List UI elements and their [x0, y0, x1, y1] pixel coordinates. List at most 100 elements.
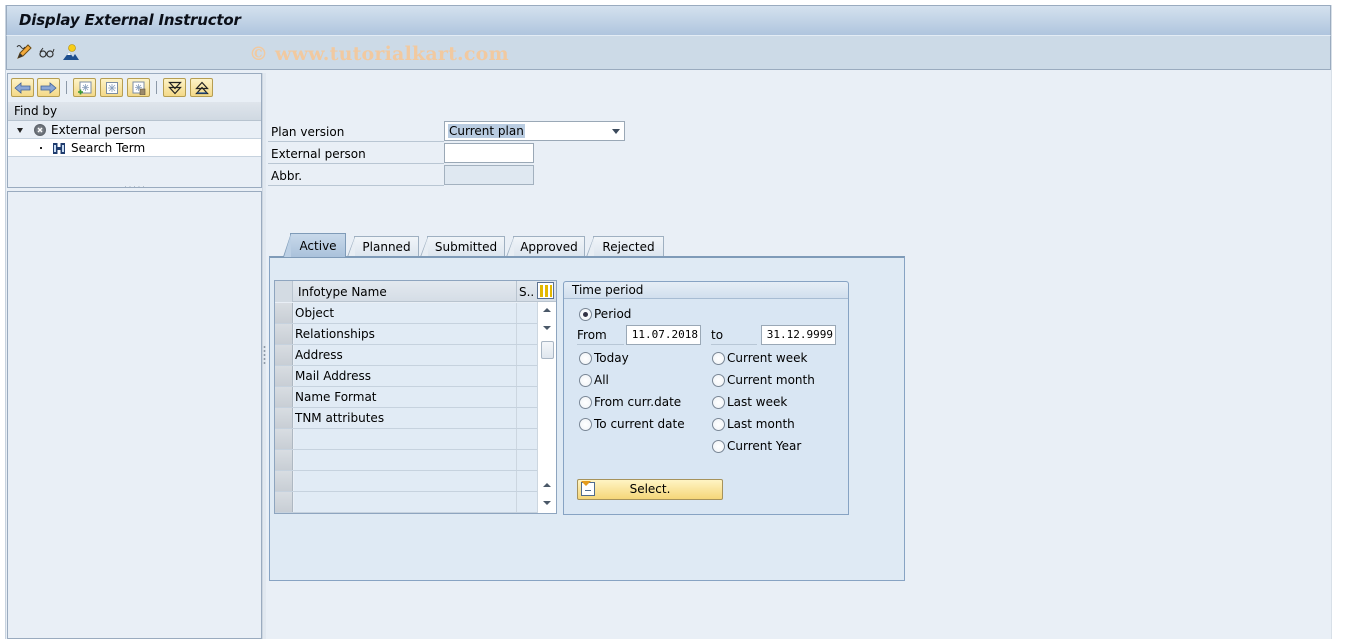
radio-indicator [579, 374, 592, 387]
row-selector[interactable] [275, 303, 293, 323]
tree-node-search-term[interactable]: Search Term [8, 139, 261, 157]
infotype-name-cell[interactable]: Relationships [294, 324, 517, 344]
row-selector[interactable] [275, 366, 293, 386]
row-selector[interactable] [275, 387, 293, 407]
infotype-name-cell[interactable]: Mail Address [294, 366, 517, 386]
infotype-name-cell[interactable] [294, 429, 517, 449]
radio-current-month[interactable]: Current month [712, 372, 815, 388]
tab-active[interactable]: Active [283, 233, 346, 257]
radio-period[interactable]: Period [579, 306, 631, 322]
radio-indicator [712, 440, 725, 453]
to-date-input[interactable]: 31.12.9999 [761, 325, 836, 345]
status-cell [517, 303, 537, 323]
delete-object-button[interactable] [127, 78, 150, 97]
radio-from-curr-date[interactable]: From curr.date [579, 394, 681, 410]
infotype-name-cell[interactable]: Object [294, 303, 517, 323]
column-header-status[interactable]: S.. [517, 281, 537, 302]
plan-version-dropdown[interactable]: Current plan [444, 121, 625, 141]
time-period-group: Time period Period From 11.07.2018 to 31… [563, 281, 849, 515]
chevron-down-icon[interactable] [612, 129, 620, 134]
radio-indicator [712, 396, 725, 409]
table-settings-icon[interactable] [537, 282, 554, 299]
radio-to-current-date[interactable]: To current date [579, 416, 685, 432]
infotype-name-cell[interactable] [294, 492, 517, 512]
external-person-input[interactable] [444, 143, 534, 163]
page-title: Display External Instructor [19, 11, 241, 29]
row-selector[interactable] [275, 408, 293, 428]
radio-all[interactable]: All [579, 372, 609, 388]
tree-node-external-person[interactable]: External person [8, 121, 261, 139]
table-row[interactable] [275, 492, 537, 513]
row-selector[interactable] [275, 429, 293, 449]
table-row[interactable]: TNM attributes [275, 408, 537, 429]
infotype-name-cell[interactable]: Address [294, 345, 517, 365]
status-cell [517, 387, 537, 407]
plan-version-value: Current plan [448, 124, 525, 138]
scroll-page-up-icon[interactable] [541, 480, 553, 492]
create-icon[interactable] [62, 43, 80, 61]
status-cell [517, 471, 537, 491]
infotype-name-cell[interactable] [294, 471, 517, 491]
select-icon [581, 481, 595, 496]
radio-last-month[interactable]: Last month [712, 416, 795, 432]
tab-submitted[interactable]: Submitted [420, 236, 505, 257]
scroll-up-icon[interactable] [541, 305, 553, 317]
radio-indicator [712, 352, 725, 365]
create-object-button[interactable] [73, 78, 96, 97]
table-row[interactable] [275, 450, 537, 471]
vertical-scrollbar[interactable] [537, 302, 556, 513]
expand-triangle-icon[interactable] [17, 128, 23, 133]
row-selector[interactable] [275, 492, 293, 512]
table-row[interactable]: Address [275, 345, 537, 366]
row-selector[interactable] [275, 324, 293, 344]
infotype-name-cell[interactable]: Name Format [294, 387, 517, 407]
time-period-title: Time period [564, 282, 848, 299]
tab-planned[interactable]: Planned [347, 236, 419, 257]
infotype-name-cell[interactable] [294, 450, 517, 470]
radio-current-week[interactable]: Current week [712, 350, 807, 366]
radio-today[interactable]: Today [579, 350, 629, 366]
radio-last-week[interactable]: Last week [712, 394, 787, 410]
row-selector[interactable] [275, 450, 293, 470]
table-row[interactable]: Relationships [275, 324, 537, 345]
change-icon[interactable] [15, 43, 33, 61]
table-row[interactable] [275, 471, 537, 492]
select-button[interactable]: Select. [577, 479, 723, 500]
table-row[interactable]: Object [275, 303, 537, 324]
display-icon[interactable] [38, 43, 56, 61]
radio-indicator [712, 374, 725, 387]
radio-label: Last month [727, 417, 795, 431]
scroll-page-down-icon[interactable] [541, 497, 553, 509]
collapse-all-button[interactable] [190, 78, 213, 97]
column-header-infotype-name[interactable]: Infotype Name [294, 281, 517, 302]
find-by-tree: Find by External person Search Term [7, 102, 262, 188]
status-cell [517, 324, 537, 344]
radio-label: Today [594, 351, 629, 365]
from-label: From [577, 325, 624, 345]
tab-approved[interactable]: Approved [506, 236, 585, 257]
radio-label: Last week [727, 395, 788, 409]
vertical-splitter[interactable] [262, 73, 266, 639]
row-selector[interactable] [275, 471, 293, 491]
row-selector[interactable] [275, 345, 293, 365]
plan-version-row: Plan version Current plan [268, 121, 626, 143]
table-row[interactable]: Name Format [275, 387, 537, 408]
title-bar: Display External Instructor [6, 5, 1331, 36]
scroll-down-icon[interactable] [541, 322, 553, 334]
expand-all-button[interactable] [163, 78, 186, 97]
from-date-input[interactable]: 11.07.2018 [626, 325, 701, 345]
radio-current-year[interactable]: Current Year [712, 438, 801, 454]
infotype-table: Infotype Name S.. Object Relationships Add… [274, 280, 557, 514]
object-icon [105, 81, 118, 94]
infotype-name-cell[interactable]: TNM attributes [294, 408, 517, 428]
tab-rejected[interactable]: Rejected [586, 236, 664, 257]
abbr-row: Abbr. [268, 165, 626, 187]
table-row[interactable] [275, 429, 537, 450]
back-button[interactable] [11, 78, 34, 97]
table-row[interactable]: Mail Address [275, 366, 537, 387]
object-button[interactable] [100, 78, 123, 97]
scroll-thumb[interactable] [541, 341, 554, 359]
radio-indicator [579, 352, 592, 365]
select-all-cell[interactable] [275, 281, 293, 302]
forward-button[interactable] [37, 78, 60, 97]
